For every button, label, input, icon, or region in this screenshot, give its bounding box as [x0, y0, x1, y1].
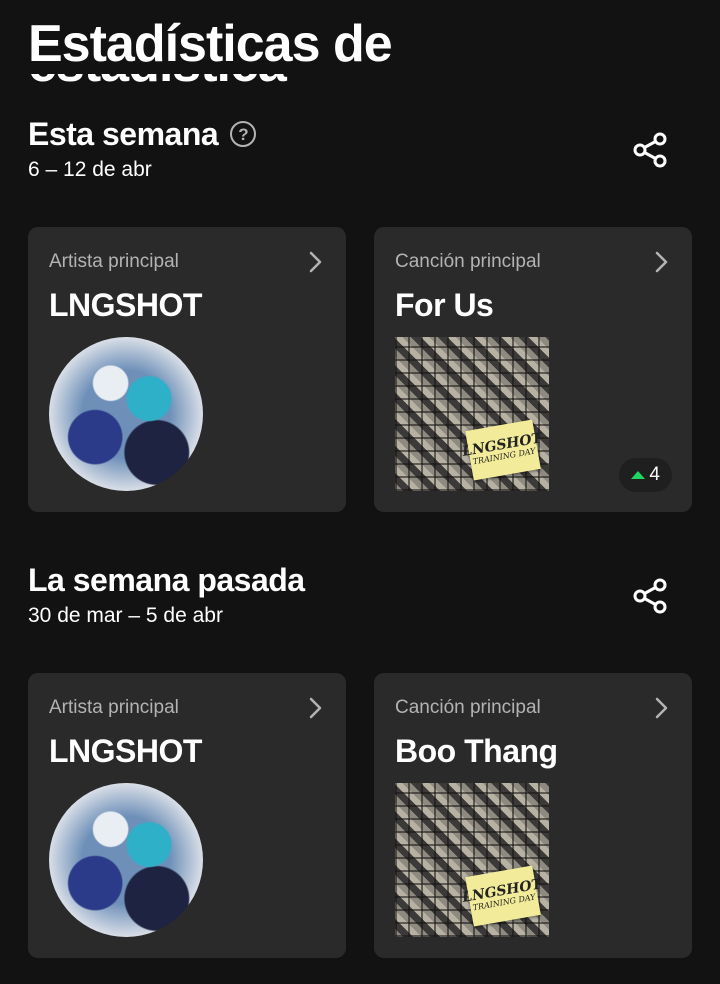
question-circle-icon[interactable]: ?	[230, 121, 257, 147]
chevron-right-icon	[655, 697, 668, 719]
page-title: Estadísticas de	[28, 15, 393, 73]
artist-avatar	[49, 337, 203, 491]
rank-change-badge: 4	[619, 458, 672, 492]
chevron-right-icon	[309, 251, 322, 273]
section-this-week-header: Esta semana ? 6 – 12 de abr	[28, 116, 257, 182]
section-title: Esta semana ?	[28, 116, 257, 152]
card-label: Artista principal	[49, 251, 179, 272]
album-cover: LNGSHOT TRAINING DAY	[395, 783, 549, 937]
song-name: Boo Thang	[395, 733, 558, 769]
top-song-card[interactable]: Canción principal For Us LNGSHOT TRAININ…	[374, 227, 692, 512]
album-cover: LNGSHOT TRAINING DAY	[395, 337, 549, 491]
card-label: Artista principal	[49, 697, 179, 718]
artist-name: LNGSHOT	[49, 733, 202, 769]
top-artist-card[interactable]: Artista principal LNGSHOT	[28, 227, 346, 512]
section-title-text: La semana pasada	[28, 562, 305, 598]
artist-name: LNGSHOT	[49, 287, 202, 323]
song-name: For Us	[395, 287, 494, 323]
card-label: Canción principal	[395, 697, 541, 718]
share-icon	[633, 578, 667, 614]
chevron-right-icon	[309, 697, 322, 719]
section-last-week-header: La semana pasada 30 de mar – 5 de abr	[28, 562, 305, 628]
album-cover-note: LNGSHOT TRAINING DAY	[461, 419, 543, 481]
rank-change-value: 4	[649, 464, 660, 485]
top-song-card[interactable]: Canción principal Boo Thang LNGSHOT TRAI…	[374, 673, 692, 958]
share-button[interactable]	[628, 128, 672, 172]
share-icon	[633, 132, 667, 168]
top-artist-card[interactable]: Artista principal LNGSHOT	[28, 673, 346, 958]
album-cover-note: LNGSHOT TRAINING DAY	[461, 865, 543, 927]
section-title: La semana pasada	[28, 562, 305, 598]
artist-avatar	[49, 783, 203, 937]
chevron-right-icon	[655, 251, 668, 273]
share-button[interactable]	[628, 574, 672, 618]
section-title-text: Esta semana	[28, 116, 219, 152]
triangle-up-icon	[631, 471, 646, 479]
card-label: Canción principal	[395, 251, 541, 272]
section-date-range: 6 – 12 de abr	[28, 158, 152, 181]
section-date-range: 30 de mar – 5 de abr	[28, 604, 223, 627]
